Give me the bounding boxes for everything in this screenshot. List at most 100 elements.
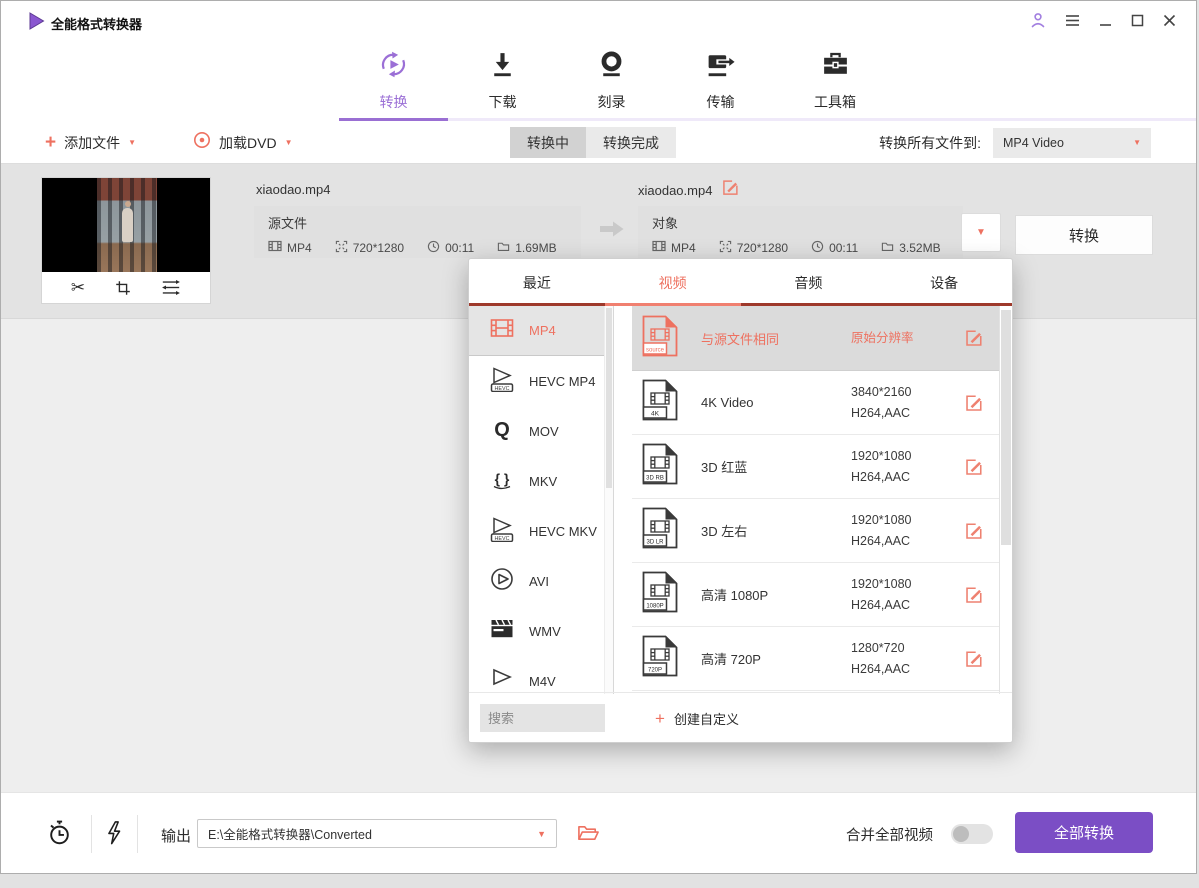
source-panel-title: 源文件	[268, 213, 567, 232]
merge-all-label: 合并全部视频	[846, 824, 933, 845]
tab-toolbox-label: 工具箱	[814, 92, 856, 112]
preset-hd-1080p[interactable]: 1080P 高清 1080P 1920*1080H264,AAC	[632, 563, 999, 627]
plus-icon: +	[45, 133, 56, 152]
edit-preset-icon[interactable]	[965, 522, 983, 545]
schedule-alarm-icon[interactable]	[45, 818, 74, 848]
edit-preset-icon[interactable]	[965, 394, 983, 417]
tab-convert[interactable]: 转换	[339, 41, 448, 119]
app-logo-icon	[28, 12, 45, 35]
add-files-button[interactable]: + 添加文件 ▼	[45, 122, 136, 163]
format-item-mkv[interactable]: { } MKV	[469, 456, 613, 506]
tab-download-label: 下载	[489, 92, 517, 112]
svg-text:HEVC: HEVC	[495, 535, 510, 541]
maximize-icon[interactable]	[1131, 14, 1144, 27]
toolbox-icon	[820, 49, 851, 85]
open-folder-icon[interactable]	[577, 823, 600, 843]
format-item-avi[interactable]: AVI	[469, 556, 613, 606]
target-format-dropdown-button[interactable]: ▼	[961, 213, 1001, 252]
minimize-icon[interactable]	[1099, 14, 1112, 27]
tab-converting[interactable]: 转换中	[510, 127, 586, 158]
preset-codec: H264,AAC	[851, 467, 911, 488]
edit-preset-icon[interactable]	[965, 650, 983, 673]
tab-download[interactable]: 下载	[448, 41, 557, 119]
trim-scissors-icon[interactable]: ✂	[71, 279, 85, 296]
preset-3d-red-blue[interactable]: 3D RB 3D 红蓝 1920*1080H264,AAC	[632, 435, 999, 499]
preset-label: 4K Video	[701, 395, 851, 410]
video-doc-icon: 4K	[642, 379, 678, 426]
menu-icon[interactable]	[1065, 14, 1080, 27]
scrollbar-thumb[interactable]	[1001, 310, 1011, 545]
create-custom-button[interactable]: + 创建自定义	[655, 693, 739, 743]
merge-all-toggle[interactable]	[951, 824, 993, 844]
svg-text:Q: Q	[494, 419, 510, 441]
format-popup-tabs: 最近 视频 音频 设备	[469, 259, 1012, 306]
add-files-label: 添加文件	[64, 133, 120, 153]
tab-transfer[interactable]: 传输	[666, 41, 775, 119]
scrollbar-thumb[interactable]	[606, 308, 612, 488]
crop-icon[interactable]	[115, 280, 131, 296]
format-picker-popup: 最近 视频 音频 设备 MP4 HEVC HEVC MP4 Q MOV	[468, 258, 1013, 743]
app-window: 全能格式转换器	[0, 0, 1197, 874]
output-label: 输出	[161, 825, 191, 846]
close-icon[interactable]	[1163, 14, 1176, 27]
format-item-mp4[interactable]: MP4	[469, 306, 613, 356]
preset-label: 高清 720P	[701, 649, 851, 668]
high-speed-bolt-icon[interactable]	[102, 819, 126, 847]
video-doc-icon: 720P	[642, 635, 678, 682]
edit-preset-icon[interactable]	[965, 329, 983, 352]
thumbnail-person	[122, 208, 133, 242]
create-custom-label: 创建自定义	[674, 709, 739, 728]
load-dvd-button[interactable]: 加载DVD ▼	[193, 122, 292, 163]
tab-burn[interactable]: 刻录	[557, 41, 666, 119]
preset-4k-video[interactable]: 4K 4K Video 3840*2160H264,AAC	[632, 371, 999, 435]
quicktime-icon: Q	[489, 416, 515, 447]
app-title: 全能格式转换器	[51, 14, 142, 33]
edit-preset-icon[interactable]	[965, 586, 983, 609]
svg-text:1080P: 1080P	[646, 603, 663, 609]
convert-row-button[interactable]: 转换	[1015, 215, 1153, 255]
window-controls	[1030, 12, 1176, 28]
target-info-panel: 对象 MP4 720*1280 00:11 3.52MB	[638, 206, 963, 258]
arrow-right-icon	[599, 220, 625, 243]
convert-all-button[interactable]: 全部转换	[1015, 812, 1153, 853]
effects-adjust-icon[interactable]	[161, 279, 181, 296]
burn-disc-icon	[596, 49, 627, 85]
account-icon[interactable]	[1030, 12, 1046, 28]
search-input[interactable]	[480, 704, 605, 732]
tab-recent[interactable]: 最近	[469, 259, 605, 306]
edit-preset-icon[interactable]	[965, 458, 983, 481]
video-doc-icon: 3D RB	[642, 443, 678, 490]
video-thumbnail[interactable]	[42, 178, 210, 272]
output-path-dropdown[interactable]: E:\全能格式转换器\Converted ▼	[197, 819, 557, 848]
preset-same-as-source[interactable]: source 与源文件相同 原始分辨率	[632, 306, 999, 371]
clapperboard-icon	[489, 616, 515, 647]
tab-audio[interactable]: 音频	[741, 259, 877, 306]
nav-active-indicator	[339, 118, 448, 121]
tab-device[interactable]: 设备	[876, 259, 1012, 306]
tab-converted[interactable]: 转换完成	[586, 127, 676, 158]
preset-resolution: 原始分辨率	[851, 328, 914, 349]
rename-edit-icon[interactable]	[722, 179, 739, 201]
convert-all-to-dropdown[interactable]: MP4 Video ▼	[993, 128, 1151, 158]
folder-icon	[497, 240, 510, 256]
preset-codec: H264,AAC	[851, 531, 911, 552]
preset-list-scrollbar[interactable]	[999, 306, 1012, 694]
preset-resolution: 1920*1080	[851, 510, 911, 531]
folder-icon	[881, 240, 894, 256]
tab-burn-label: 刻录	[598, 92, 626, 112]
preset-list: source 与源文件相同 原始分辨率 4K 4K Video 3840*216…	[614, 306, 1012, 694]
format-item-wmv[interactable]: WMV	[469, 606, 613, 656]
tab-video[interactable]: 视频	[605, 259, 741, 306]
state-filter-tabs: 转换中 转换完成	[510, 127, 676, 158]
format-item-mov[interactable]: Q MOV	[469, 406, 613, 456]
format-item-hevc-mkv[interactable]: HEVC HEVC MKV	[469, 506, 613, 556]
tab-toolbox[interactable]: 工具箱	[775, 41, 895, 119]
preset-3d-left-right[interactable]: 3D LR 3D 左右 1920*1080H264,AAC	[632, 499, 999, 563]
target-file-name: xiaodao.mp4	[638, 183, 712, 198]
chevron-down-icon: ▼	[128, 138, 136, 147]
preset-resolution: 3840*2160	[851, 382, 911, 403]
format-item-hevc-mp4[interactable]: HEVC HEVC MP4	[469, 356, 613, 406]
format-list-scrollbar[interactable]	[604, 306, 613, 694]
format-item-m4v[interactable]: M4V	[469, 656, 613, 694]
preset-hd-720p[interactable]: 720P 高清 720P 1280*720H264,AAC	[632, 627, 999, 691]
